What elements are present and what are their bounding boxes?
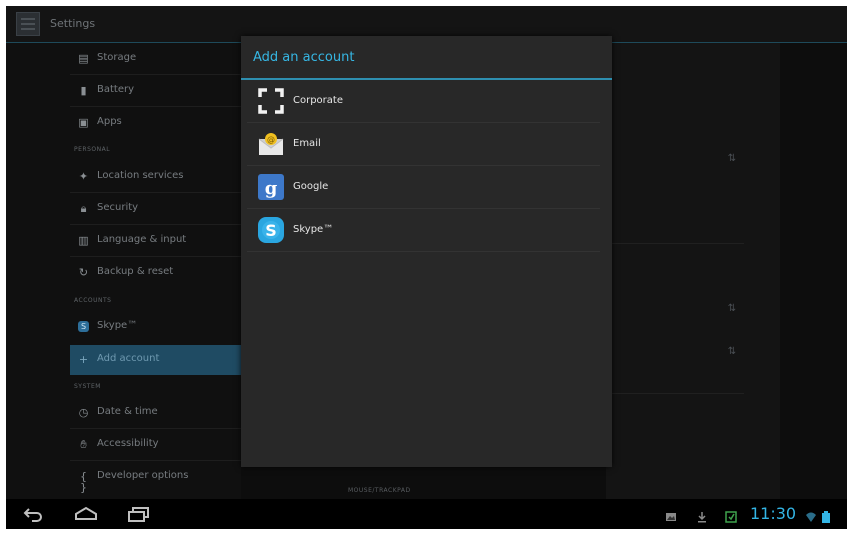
settings-item-skype[interactable]: S Skype™ bbox=[70, 312, 241, 342]
dialog-title: Add an account bbox=[253, 50, 355, 65]
svg-text:g: g bbox=[265, 178, 278, 199]
battery-icon: ▮ bbox=[80, 84, 87, 97]
accessibility-icon: ✋︎ bbox=[80, 438, 87, 451]
account-option-label: Email bbox=[293, 138, 321, 149]
settings-item-backup[interactable]: ↻ Backup & reset bbox=[70, 258, 241, 288]
settings-item-label: Skype™ bbox=[97, 320, 138, 331]
google-icon: g bbox=[258, 174, 284, 200]
divider bbox=[70, 428, 241, 429]
skype-icon: S bbox=[258, 217, 284, 243]
settings-item-label: Add account bbox=[97, 353, 160, 364]
section-header-system: SYSTEM bbox=[74, 383, 101, 390]
settings-item-label: Location services bbox=[97, 170, 184, 181]
account-option-google[interactable]: g Google bbox=[241, 166, 612, 208]
settings-item-security[interactable]: 🔒︎ Security bbox=[70, 194, 241, 224]
email-icon: @ bbox=[258, 131, 284, 157]
add-account-dialog: Add an account Corporate @ Email g Googl… bbox=[241, 36, 612, 467]
divider bbox=[247, 251, 600, 252]
location-icon: ✦ bbox=[78, 170, 89, 183]
settings-item-label: Developer options bbox=[97, 470, 189, 481]
storage-icon: ▤ bbox=[78, 52, 89, 65]
settings-item-label: Storage bbox=[97, 52, 137, 63]
account-option-email[interactable]: @ Email bbox=[241, 123, 612, 165]
section-header-mouse-trackpad: MOUSE/TRACKPAD bbox=[348, 487, 411, 494]
add-icon: + bbox=[78, 353, 89, 366]
back-icon[interactable] bbox=[22, 506, 44, 522]
app-title: Settings bbox=[50, 17, 96, 30]
download-notification-icon[interactable] bbox=[696, 508, 708, 523]
battery-status-icon bbox=[821, 508, 833, 523]
sync-notification-icon[interactable] bbox=[725, 508, 737, 523]
account-option-label: Skype™ bbox=[293, 224, 334, 235]
settings-item-apps[interactable]: ▣ Apps bbox=[70, 108, 241, 138]
detail-pane bbox=[606, 43, 780, 499]
settings-item-label: Security bbox=[97, 202, 139, 213]
settings-icon[interactable] bbox=[16, 12, 40, 36]
sync-icon[interactable]: ⇅ bbox=[726, 153, 738, 165]
settings-item-accessibility[interactable]: ✋︎ Accessibility bbox=[70, 430, 241, 460]
account-option-skype[interactable]: S Skype™ bbox=[241, 209, 612, 251]
divider bbox=[70, 74, 241, 75]
account-option-label: Google bbox=[293, 181, 329, 192]
account-option-label: Corporate bbox=[293, 95, 343, 106]
settings-item-label: Language & input bbox=[97, 234, 187, 245]
divider bbox=[70, 256, 241, 257]
divider bbox=[606, 393, 744, 394]
lock-icon: 🔒︎ bbox=[80, 202, 87, 215]
svg-text:S: S bbox=[265, 221, 277, 240]
settings-item-language[interactable]: ▥ Language & input bbox=[70, 226, 241, 256]
section-header-personal: PERSONAL bbox=[74, 146, 111, 153]
system-bar: 11:30 bbox=[6, 499, 847, 529]
sync-icon[interactable]: ⇅ bbox=[726, 303, 738, 315]
settings-item-label: Accessibility bbox=[97, 438, 159, 449]
skype-icon: S bbox=[78, 321, 89, 332]
wifi-icon bbox=[805, 508, 817, 522]
clock-icon: ◷ bbox=[78, 406, 89, 419]
tablet-screen: Settings ▤ Storage ▮ Battery ▣ Apps PERS… bbox=[6, 6, 847, 529]
divider bbox=[70, 460, 241, 461]
divider bbox=[606, 243, 744, 244]
status-clock[interactable]: 11:30 bbox=[750, 504, 796, 523]
settings-item-storage[interactable]: ▤ Storage bbox=[70, 44, 241, 74]
settings-item-developer[interactable]: { } Developer options bbox=[70, 462, 241, 494]
gallery-notification-icon[interactable] bbox=[665, 508, 677, 521]
backup-icon: ↻ bbox=[78, 266, 89, 279]
language-icon: ▥ bbox=[78, 234, 89, 247]
settings-item-label: Backup & reset bbox=[97, 266, 174, 277]
recent-apps-icon[interactable] bbox=[127, 506, 151, 522]
settings-item-battery[interactable]: ▮ Battery bbox=[70, 76, 241, 106]
divider bbox=[70, 192, 241, 193]
settings-item-label: Apps bbox=[97, 116, 122, 127]
settings-item-add-account[interactable]: + Add account bbox=[70, 345, 241, 375]
sync-icon[interactable]: ⇅ bbox=[726, 346, 738, 358]
apps-icon: ▣ bbox=[78, 116, 89, 129]
settings-item-date-time[interactable]: ◷ Date & time bbox=[70, 398, 241, 428]
svg-text:@: @ bbox=[267, 135, 275, 144]
divider bbox=[70, 224, 241, 225]
settings-item-label: Date & time bbox=[97, 406, 158, 417]
account-option-corporate[interactable]: Corporate bbox=[241, 80, 612, 122]
section-header-accounts: ACCOUNTS bbox=[74, 297, 112, 304]
settings-item-label: Battery bbox=[97, 84, 135, 95]
corporate-icon bbox=[258, 88, 284, 114]
divider bbox=[70, 106, 241, 107]
home-icon[interactable] bbox=[73, 506, 99, 522]
settings-item-location[interactable]: ✦ Location services bbox=[70, 162, 241, 192]
developer-icon: { } bbox=[80, 470, 87, 494]
